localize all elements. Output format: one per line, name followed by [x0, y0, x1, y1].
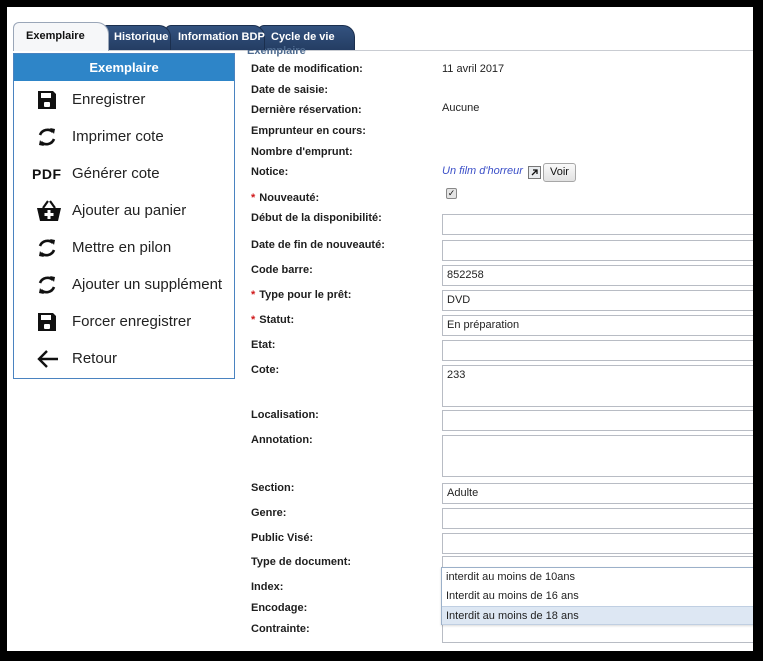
refresh-icon	[36, 235, 68, 261]
label-localisation: Localisation:	[251, 409, 319, 421]
sidebar-item-mettre-en-pilon[interactable]: Mettre en pilon	[14, 229, 234, 266]
localisation-input[interactable]	[442, 410, 753, 431]
tab-exemplaire[interactable]: Exemplaire	[13, 22, 109, 51]
nouveaute-checkbox[interactable]: ✓	[446, 188, 457, 199]
label-nouveaute-text: Nouveauté:	[259, 192, 320, 204]
sidebar-item-forcer-enregistrer[interactable]: Forcer enregistrer	[14, 303, 234, 340]
app-window: Exemplaire Historique Information BDP Cy…	[7, 7, 753, 651]
label-type-document: Type de document:	[251, 556, 352, 568]
sidebar-item-label: Mettre en pilon	[72, 239, 172, 256]
label-derniere-reservation: Dernière réservation:	[251, 104, 362, 116]
tab-historique[interactable]: Historique	[101, 25, 171, 50]
arrow-left-icon	[36, 346, 68, 372]
voir-group: Voir	[528, 163, 576, 182]
label-emprunteur: Emprunteur en cours:	[251, 125, 366, 137]
basket-add-icon	[36, 198, 68, 224]
label-nombre-emprunt: Nombre d'emprunt:	[251, 146, 353, 158]
label-date-modification: Date de modification:	[251, 63, 363, 75]
type-pret-select[interactable]: DVD	[442, 290, 753, 311]
annotation-textarea[interactable]	[442, 435, 753, 477]
external-link-icon[interactable]	[528, 166, 541, 179]
sidebar-item-label: Ajouter un supplément	[72, 276, 223, 293]
required-marker: *	[251, 289, 256, 301]
label-statut-text: Statut:	[259, 314, 295, 326]
save-icon	[36, 87, 68, 113]
sidebar-item-enregistrer[interactable]: Enregistrer	[14, 81, 234, 118]
label-index: Index:	[251, 581, 284, 593]
exemplaire-form: Exemplaire Date de modification: 11 avri…	[235, 45, 753, 645]
sidebar-item-label: Imprimer cote	[72, 128, 164, 145]
required-marker: *	[251, 314, 256, 326]
dropdown-option[interactable]: interdit au moins de 10ans	[442, 568, 753, 587]
label-annotation: Annotation:	[251, 434, 313, 446]
etat-input[interactable]	[442, 340, 753, 361]
cote-textarea[interactable]: 233	[442, 365, 753, 407]
action-sidebar: Exemplaire Enregistrer Imprimer cote PDF…	[13, 53, 235, 379]
section-select[interactable]: Adulte	[442, 483, 753, 504]
label-genre: Genre:	[251, 507, 287, 519]
sidebar-item-retour[interactable]: Retour	[14, 340, 234, 377]
pdf-icon: PDF	[32, 161, 66, 187]
sidebar-title: Exemplaire	[14, 54, 234, 81]
label-code-barre: Code barre:	[251, 264, 313, 276]
sidebar-item-label: Ajouter au panier	[72, 202, 187, 219]
label-contrainte: Contrainte:	[251, 623, 310, 635]
label-etat: Etat:	[251, 339, 276, 351]
sidebar-item-ajouter-panier[interactable]: Ajouter au panier	[14, 192, 234, 229]
fin-nouveaute-input[interactable]	[442, 240, 753, 261]
tab-information-bdp[interactable]: Information BDP	[165, 25, 265, 50]
sidebar-item-label: Forcer enregistrer	[72, 313, 192, 330]
debut-dispo-input[interactable]	[442, 214, 753, 235]
public-restriction-dropdown: interdit au moins de 10ans Interdit au m…	[441, 567, 753, 625]
screenshot-frame: Exemplaire Historique Information BDP Cy…	[0, 0, 763, 661]
dropdown-option[interactable]: Interdit au moins de 16 ans	[442, 587, 753, 606]
value-derniere-reservation: Aucune	[442, 102, 480, 114]
label-encodage: Encodage:	[251, 602, 308, 614]
label-date-saisie: Date de saisie:	[251, 84, 329, 96]
label-notice: Notice:	[251, 166, 289, 178]
label-nouveaute: * Nouveauté:	[251, 192, 319, 204]
label-public-vise: Public Visé:	[251, 532, 314, 544]
genre-input[interactable]	[442, 508, 753, 529]
label-statut: * Statut:	[251, 314, 294, 326]
sidebar-item-generer-cote[interactable]: PDF Générer cote	[14, 155, 234, 192]
code-barre-input[interactable]: 852258	[442, 265, 753, 286]
label-cote: Cote:	[251, 364, 280, 376]
notice-link[interactable]: Un film d'horreur	[442, 165, 523, 177]
label-debut-dispo: Début de la disponibilité:	[251, 212, 382, 224]
sidebar-item-ajouter-supplement[interactable]: Ajouter un supplément	[14, 266, 234, 303]
sidebar-item-imprimer-cote[interactable]: Imprimer cote	[14, 118, 234, 155]
save-icon	[36, 309, 68, 335]
refresh-icon	[36, 272, 68, 298]
label-type-pret-text: Type pour le prêt:	[259, 289, 352, 301]
statut-select[interactable]: En préparation	[442, 315, 753, 336]
sidebar-item-label: Enregistrer	[72, 91, 146, 108]
pdf-icon-text: PDF	[32, 165, 62, 182]
label-fin-nouveaute: Date de fin de nouveauté:	[251, 239, 385, 251]
sidebar-item-label: Générer cote	[72, 165, 160, 182]
label-type-pret: * Type pour le prêt:	[251, 289, 351, 301]
contrainte-input[interactable]	[442, 624, 753, 643]
public-vise-input[interactable]	[442, 533, 753, 554]
dropdown-option-selected[interactable]: Interdit au moins de 18 ans	[442, 606, 753, 625]
required-marker: *	[251, 192, 256, 204]
voir-button[interactable]: Voir	[543, 163, 576, 182]
value-date-modification: 11 avril 2017	[442, 63, 505, 75]
label-section: Section:	[251, 482, 295, 494]
sidebar-item-label: Retour	[72, 350, 118, 367]
refresh-icon	[36, 124, 68, 150]
